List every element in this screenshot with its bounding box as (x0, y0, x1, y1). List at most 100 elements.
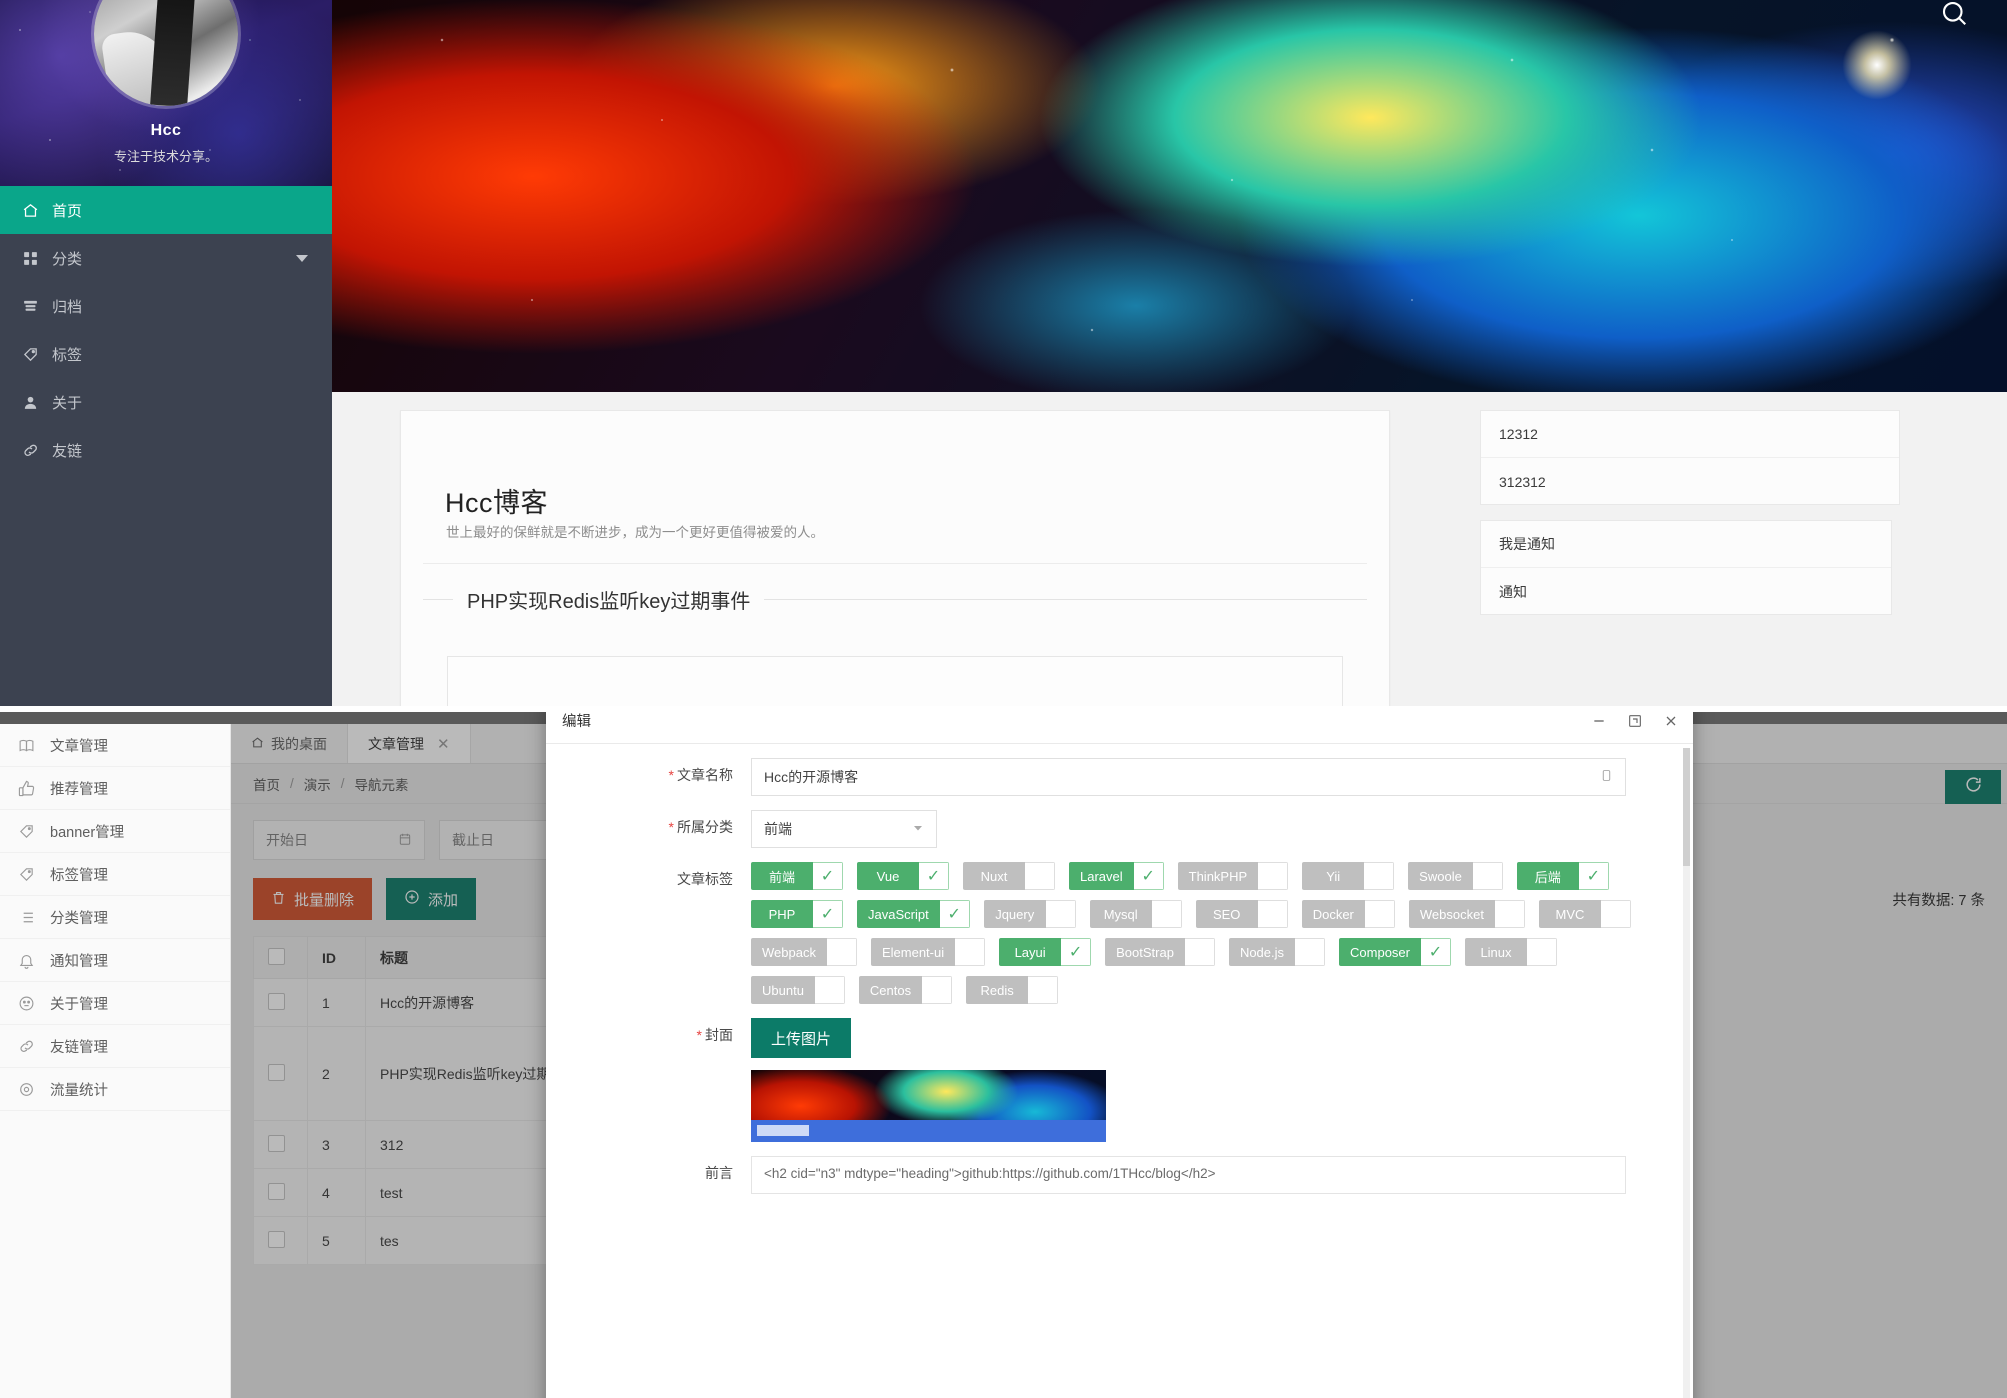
tag-checkbox[interactable]: 前端 ✓ (751, 862, 843, 890)
maximize-icon[interactable] (1627, 713, 1643, 729)
sidebar-item-categories[interactable]: 分类管理 (0, 896, 230, 939)
search-icon[interactable] (1939, 0, 1973, 32)
tag-checkbox[interactable]: Layui ✓ (999, 938, 1092, 966)
list-item[interactable]: 我是通知 (1481, 521, 1891, 568)
tag-checkbox[interactable]: SEO (1195, 900, 1288, 928)
edit-modal: 编辑 文章名称 Hcc的开源博客 所属分类 (546, 712, 1693, 1398)
field-row-tags: 文章标签 前端 ✓ Vue ✓ Nuxt Laravel ✓ ThinkPHP Yii Swool… (546, 848, 1693, 1004)
check-icon[interactable]: ✓ (813, 862, 843, 890)
empty-checkbox[interactable] (1028, 976, 1059, 1004)
empty-checkbox[interactable] (826, 938, 857, 966)
empty-checkbox[interactable] (1295, 938, 1326, 966)
modal-scrollbar[interactable] (1683, 748, 1690, 1398)
tag-checkbox[interactable]: Nuxt (963, 862, 1055, 890)
intro-textarea[interactable]: <h2 cid="n3" mdtype="heading">github:htt… (751, 1156, 1626, 1194)
tag-label: Webpack (751, 938, 827, 966)
blog-content-area: Hcc博客 世上最好的保鲜就是不断进步，成为一个更好更值得被爱的人。 PHP实现… (332, 392, 2007, 706)
empty-checkbox[interactable] (1045, 900, 1076, 928)
empty-checkbox[interactable] (1526, 938, 1557, 966)
sidebar-item-friendlinks[interactable]: 友链管理 (0, 1025, 230, 1068)
check-icon[interactable]: ✓ (1061, 938, 1092, 966)
scrollbar-thumb[interactable] (1683, 748, 1690, 866)
empty-checkbox[interactable] (955, 938, 986, 966)
empty-checkbox[interactable] (1494, 900, 1525, 928)
blog-nav-item-about[interactable]: 关于 (0, 378, 332, 426)
tag-label: Yii (1302, 862, 1365, 890)
empty-checkbox[interactable] (1025, 862, 1055, 890)
empty-checkbox[interactable] (1151, 900, 1182, 928)
tag-checkbox[interactable]: Linux (1464, 938, 1557, 966)
thumbs-up-icon (18, 780, 50, 797)
check-icon[interactable]: ✓ (1133, 862, 1164, 890)
article-name-input[interactable]: Hcc的开源博客 (751, 758, 1626, 796)
empty-checkbox[interactable] (1184, 938, 1215, 966)
sidebar-item-notifications[interactable]: 通知管理 (0, 939, 230, 982)
sidebar-item-banner[interactable]: banner管理 (0, 810, 230, 853)
tag-checkbox[interactable]: Laravel ✓ (1069, 862, 1164, 890)
empty-checkbox[interactable] (1364, 862, 1395, 890)
tag-checkbox[interactable]: Vue ✓ (857, 862, 949, 890)
check-icon[interactable]: ✓ (919, 862, 949, 890)
tag-checkbox[interactable]: Composer ✓ (1339, 938, 1451, 966)
tag-icon (18, 823, 50, 840)
upload-image-button[interactable]: 上传图片 (751, 1018, 852, 1058)
blog-nav-item-archive[interactable]: 归档 (0, 282, 332, 330)
tag-checkbox[interactable]: Yii (1302, 862, 1395, 890)
cover-preview-image[interactable] (751, 1070, 1106, 1142)
tag-checkbox[interactable]: BootStrap (1105, 938, 1215, 966)
tag-icon (22, 346, 52, 363)
tag-checkbox[interactable]: JavaScript ✓ (857, 900, 970, 928)
blog-nav-label: 关于 (52, 394, 83, 412)
list-item[interactable]: 312312 (1481, 458, 1899, 505)
tag-label: Centos (858, 976, 923, 1004)
tag-checkbox[interactable]: Ubuntu (751, 976, 845, 1004)
tag-checkbox[interactable]: Docker (1301, 900, 1395, 928)
sidebar-item-recommend[interactable]: 推荐管理 (0, 767, 230, 810)
empty-checkbox[interactable] (1364, 900, 1395, 928)
close-icon[interactable] (1663, 713, 1679, 729)
blog-nav-item-home[interactable]: 首页 (0, 186, 332, 234)
sidebar-item-about[interactable]: 关于管理 (0, 982, 230, 1025)
tag-checkbox[interactable]: Centos (858, 976, 953, 1004)
tag-checkbox[interactable]: 后端 ✓ (1516, 862, 1609, 890)
tag-label: Docker (1301, 900, 1365, 928)
empty-checkbox[interactable] (814, 976, 845, 1004)
list-item[interactable]: 通知 (1481, 568, 1891, 615)
profile-tagline: 专注于技术分享。 (113, 149, 218, 164)
post-title[interactable]: PHP实现Redis监听key过期事件 (453, 585, 765, 614)
sidebar-item-label: banner管理 (50, 824, 125, 841)
empty-checkbox[interactable] (1257, 900, 1288, 928)
tag-checkbox[interactable]: Jquery (983, 900, 1076, 928)
sidebar-item-articles[interactable]: 文章管理 (0, 724, 230, 767)
tag-checkbox[interactable]: Node.js (1228, 938, 1326, 966)
tag-checkbox[interactable]: MVC (1538, 900, 1631, 928)
tag-checkbox[interactable]: Swoole (1408, 862, 1503, 890)
tag-checkbox[interactable]: Redis (966, 976, 1059, 1004)
tag-checkbox[interactable]: Websocket (1408, 900, 1525, 928)
sidebar-item-traffic[interactable]: 流量统计 (0, 1068, 230, 1111)
post-body-placeholder (447, 656, 1343, 706)
tag-checkbox[interactable]: ThinkPHP (1177, 862, 1289, 890)
check-icon[interactable]: ✓ (813, 900, 843, 928)
minimize-icon[interactable] (1591, 713, 1607, 729)
blog-nav-item-category[interactable]: 分类 (0, 234, 332, 282)
tag-checkbox[interactable]: Element-ui (870, 938, 986, 966)
list-item[interactable]: 12312 (1481, 411, 1899, 458)
category-select[interactable]: 前端 (751, 810, 937, 848)
blog-nav-item-tags[interactable]: 标签 (0, 330, 332, 378)
check-icon[interactable]: ✓ (939, 900, 970, 928)
tag-checkbox[interactable]: PHP ✓ (751, 900, 843, 928)
blog-nav-item-links[interactable]: 友链 (0, 426, 332, 474)
empty-checkbox[interactable] (1258, 862, 1289, 890)
empty-checkbox[interactable] (922, 976, 953, 1004)
tag-checkbox[interactable]: Mysql (1089, 900, 1182, 928)
tag-checkbox[interactable]: Webpack (751, 938, 857, 966)
tag-label: Websocket (1408, 900, 1495, 928)
empty-checkbox[interactable] (1472, 862, 1503, 890)
check-icon[interactable]: ✓ (1420, 938, 1451, 966)
clear-icon[interactable] (1600, 769, 1613, 785)
face-icon (18, 995, 50, 1012)
check-icon[interactable]: ✓ (1578, 862, 1609, 890)
empty-checkbox[interactable] (1600, 900, 1631, 928)
sidebar-item-tags[interactable]: 标签管理 (0, 853, 230, 896)
